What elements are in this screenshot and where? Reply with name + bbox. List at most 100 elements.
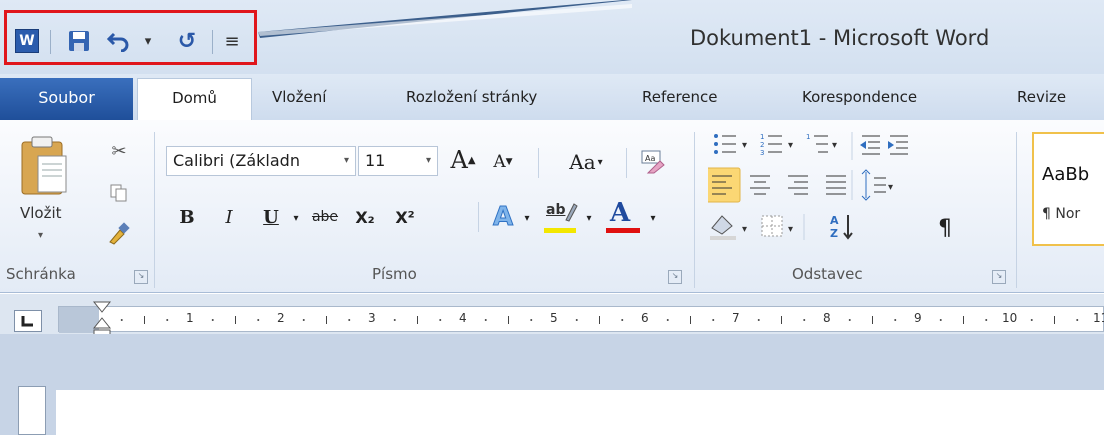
font-color-button[interactable]: A [602, 198, 642, 236]
svg-text:▾: ▾ [788, 140, 793, 151]
tab-stop-icon [21, 316, 33, 327]
svg-text:▾: ▾ [742, 140, 747, 151]
paste-label: Vložit [20, 204, 62, 222]
highlight-color-button[interactable]: ab [540, 200, 580, 236]
font-size-dropdown[interactable]: 11 ▾ [358, 146, 438, 176]
change-case-button[interactable]: Aa ▾ [560, 146, 612, 178]
cut-button[interactable]: ✂ [104, 138, 134, 164]
tab-insert[interactable]: Vložení [270, 78, 328, 116]
highlight-icon: ab [546, 202, 566, 218]
group-separator-3 [1016, 132, 1017, 288]
underline-icon: U [263, 206, 279, 228]
svg-text:1: 1 [760, 133, 764, 141]
shrink-font-button[interactable]: A ▼ [488, 148, 518, 176]
ruler-number: 9 [914, 311, 922, 325]
horizontal-ruler[interactable]: 1 2 3 4 5 6 7 8 9 10 11 [58, 306, 1104, 333]
ruler-number: 1 [186, 311, 194, 325]
font-divider [538, 148, 539, 178]
ruler-number: 8 [823, 311, 831, 325]
subscript-button[interactable]: X₂ [348, 202, 382, 232]
font-name-dropdown[interactable]: Calibri (Základn ▾ [166, 146, 356, 176]
document-page[interactable] [56, 390, 1104, 435]
grow-font-button[interactable]: A ▲ [446, 144, 480, 176]
ruler-number: 7 [732, 311, 740, 325]
paragraph-icons: ▾ 123 ▾ 1 ▾ ▾ ▾ ▾ [708, 132, 908, 240]
show-formatting-button[interactable]: ¶ [930, 212, 960, 244]
align-right-icon [788, 175, 808, 195]
italic-button[interactable]: I [214, 202, 244, 232]
style-normal-tile[interactable]: AaBb ¶ Nor [1032, 132, 1104, 246]
underline-button[interactable]: U [256, 202, 286, 232]
format-painter-button[interactable] [104, 218, 134, 248]
strikethrough-button[interactable]: abe [306, 202, 344, 232]
paste-icon [21, 136, 67, 195]
svg-text:2: 2 [760, 141, 764, 149]
tab-home[interactable]: Domů [137, 78, 252, 122]
chevron-down-icon[interactable]: ▾ [646, 204, 660, 232]
tab-file[interactable]: Soubor [0, 78, 133, 120]
svg-text:Z: Z [830, 227, 838, 240]
highlighter-pen-icon [565, 203, 578, 222]
paste-dropdown-icon: ▾ [38, 230, 44, 241]
font-size-value: 11 [365, 151, 386, 170]
bullets-icon [714, 134, 736, 154]
tab-review[interactable]: Revize [1015, 78, 1068, 116]
numbering-icon: 123 [760, 133, 782, 157]
bold-icon: B [179, 206, 195, 228]
font-divider-3 [478, 202, 479, 232]
copy-icon [110, 184, 127, 202]
ruler-ticks [59, 307, 1079, 333]
ruler-number: 2 [277, 311, 285, 325]
clear-formatting-icon: Aa [641, 150, 665, 174]
clipboard-group-label: Schránka [6, 265, 76, 283]
paste-button[interactable]: Vložit ▾ [16, 134, 82, 252]
format-painter-icon [109, 222, 130, 245]
chevron-down-icon[interactable]: ▾ [582, 204, 596, 232]
chevron-down-icon[interactable]: ▾ [520, 204, 534, 232]
svg-text:Aa: Aa [645, 154, 655, 163]
strikethrough-icon: abe [311, 209, 339, 225]
shading-icon [710, 215, 736, 240]
tab-references[interactable]: Reference [640, 78, 720, 116]
chevron-down-icon: ▾ [425, 155, 431, 166]
text-effects-button[interactable]: A [486, 200, 520, 234]
underline-dropdown-icon[interactable]: ▾ [288, 204, 304, 232]
bold-button[interactable]: B [172, 202, 202, 232]
sort-icon: AZ [830, 214, 853, 240]
group-separator [154, 132, 155, 288]
font-launcher-icon[interactable]: ↘ [668, 270, 682, 284]
style-preview: AaBb [1042, 164, 1090, 185]
caret-down-icon: ▼ [505, 157, 513, 167]
ruler-number: 10 [1002, 311, 1018, 325]
tab-page-layout[interactable]: Rozložení stránky [404, 78, 539, 116]
multilevel-list-icon: 1 [806, 133, 828, 153]
justify-icon [826, 175, 846, 195]
ruler-number: 11 [1093, 311, 1104, 325]
svg-text:▾: ▾ [742, 224, 747, 235]
paragraph-launcher-icon[interactable]: ↘ [992, 270, 1006, 284]
font-group-label: Písmo [372, 265, 417, 283]
font-color-icon: A [610, 198, 631, 228]
tab-selector-button[interactable] [14, 310, 42, 332]
grow-font-icon: A [450, 146, 468, 174]
copy-button[interactable] [104, 180, 134, 206]
sort-button[interactable]: AZ [828, 211, 858, 245]
caret-up-icon: ▲ [467, 154, 476, 166]
group-separator-2 [694, 132, 695, 288]
vertical-ruler[interactable] [18, 386, 46, 435]
svg-text:3: 3 [760, 149, 764, 157]
clipboard-launcher-icon[interactable]: ↘ [134, 270, 148, 284]
line-spacing-icon [861, 169, 886, 201]
superscript-icon: X² [395, 207, 415, 227]
text-effects-icon: A [492, 202, 514, 233]
clear-formatting-button[interactable]: Aa [634, 144, 670, 178]
tab-mailings[interactable]: Korespondence [800, 78, 919, 116]
superscript-button[interactable]: X² [388, 202, 422, 232]
callout-arrow [258, 0, 632, 38]
cut-icon: ✂ [111, 140, 127, 162]
ruler-number: 4 [459, 311, 467, 325]
font-color-bar [606, 228, 640, 233]
highlight-color-bar [544, 228, 576, 233]
font-name-value: Calibri (Základn [173, 151, 300, 170]
highlight-box [4, 10, 257, 65]
